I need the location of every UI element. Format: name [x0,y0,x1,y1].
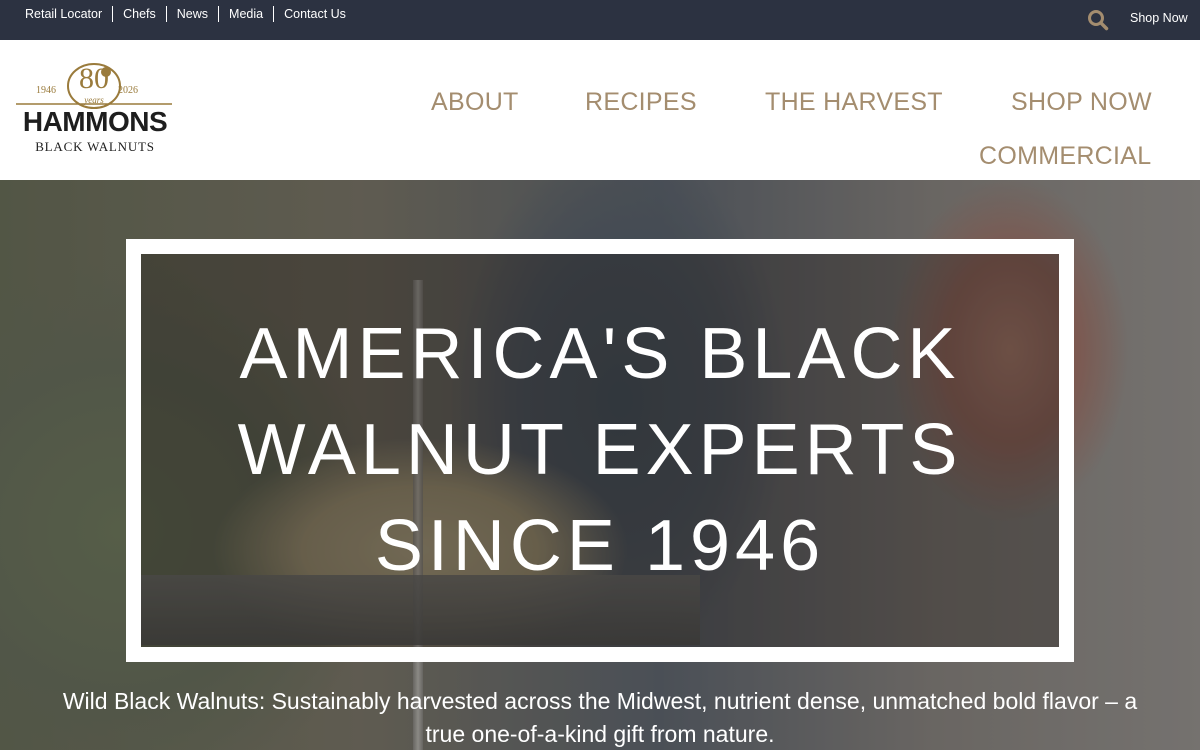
nav-commercial[interactable]: COMMERCIAL [979,142,1151,171]
logo-year-start: 1946 [36,85,56,96]
utility-links: Retail Locator Chefs News Media Contact … [15,5,356,23]
search-icon[interactable] [1086,8,1110,32]
logo-years-text: years [84,95,104,105]
utility-bar: Retail Locator Chefs News Media Contact … [0,0,1200,40]
logo-brand: HAMMONS [22,106,168,137]
contact-us-link[interactable]: Contact Us [273,6,356,22]
chefs-link[interactable]: Chefs [112,6,166,22]
hero-tagline: Wild Black Walnuts: Sustainably harveste… [62,688,1138,747]
media-link[interactable]: Media [218,6,273,22]
nav-recipes[interactable]: RECIPES [585,88,697,117]
logo-year-end: 2026 [118,85,138,96]
hero-title-line-1: AMERICA'S BLACK [239,314,961,394]
site-header: 1946 80 2026 years HAMMONS BLACK WALNUTS… [0,40,1200,194]
hero-title-line-3: SINCE 1946 [374,506,826,586]
hero-title: AMERICA'S BLACK WALNUT EXPERTS SINCE 194… [141,306,1059,594]
nav-the-harvest[interactable]: THE HARVEST [765,88,943,117]
hero-section: AMERICA'S BLACK WALNUT EXPERTS SINCE 194… [0,180,1200,750]
hero-title-line-2: WALNUT EXPERTS [237,410,963,490]
retail-locator-link[interactable]: Retail Locator [15,6,112,22]
news-link[interactable]: News [165,6,218,22]
nav-shop-now[interactable]: SHOP NOW [1011,88,1152,117]
logo-anniversary: 80 [79,62,109,95]
nav-about[interactable]: ABOUT [431,88,519,117]
hammons-logo[interactable]: 1946 80 2026 years HAMMONS BLACK WALNUTS [14,58,174,158]
logo-sub-brand: BLACK WALNUTS [35,139,155,154]
shop-now-top-link[interactable]: Shop Now [1130,11,1188,25]
